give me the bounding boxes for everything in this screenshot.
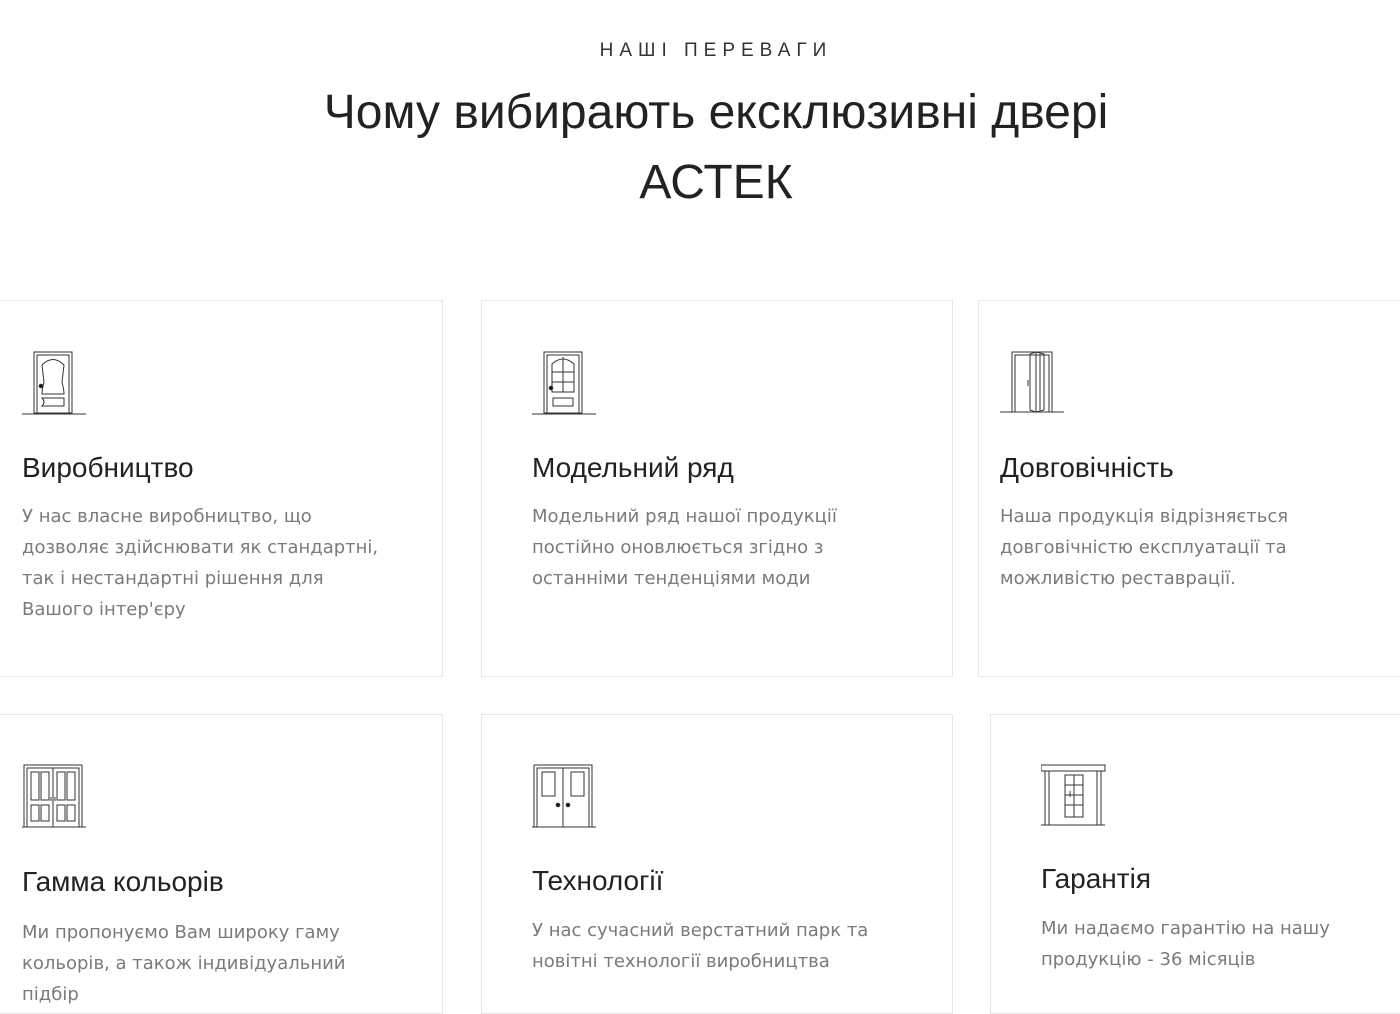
card-description: Наша продукція відрізняється довговічніс… (1000, 506, 1289, 589)
card-description: Ми пропонуємо Вам широку гаму кольорів, … (22, 922, 346, 1005)
door-glass-panel-icon (532, 350, 598, 416)
feature-card-model-range: Модельний ряд Модельний ряд нашої продук… (481, 300, 953, 677)
card-title: Модельний ряд (532, 452, 734, 483)
title-line-2: АСТЕК (639, 156, 793, 209)
card-description: Модельний ряд нашої продукції постійно о… (532, 506, 837, 589)
section-title: Чому вибирають ексклюзивні двері АСТЕК (0, 78, 1400, 218)
card-description: У нас власне виробництво, що дозволяє зд… (22, 506, 379, 620)
card-description: У нас сучасний верстатний парк та новітн… (532, 920, 869, 972)
feature-card-production: Виробництво У нас власне виробництво, що… (0, 300, 443, 677)
folding-door-icon (1000, 350, 1066, 416)
card-description: Ми надаємо гарантію на нашу продукцію - … (1041, 918, 1330, 970)
card-title: Гамма кольорів (22, 866, 224, 897)
door-frame-icon (1041, 763, 1107, 829)
section-eyebrow: НАШІ ПЕРЕВАГИ (599, 40, 833, 61)
feature-card-warranty: Гарантія Ми надаємо гарантію на нашу про… (990, 714, 1400, 1014)
card-title: Довговічність (1000, 452, 1174, 483)
card-title: Виробництво (22, 452, 194, 483)
card-title: Гарантія (1041, 863, 1151, 894)
door-classic-icon (22, 350, 88, 416)
feature-card-colors: Гамма кольорів Ми пропонуємо Вам широку … (0, 714, 443, 1014)
double-door-panels-icon (22, 763, 88, 829)
feature-card-durability: Довговічність Наша продукція відрізняєть… (978, 300, 1400, 677)
double-door-icon (532, 763, 598, 829)
card-title: Технології (532, 865, 664, 896)
title-line-1: Чому вибирають ексклюзивні двері (323, 86, 1109, 139)
feature-card-technology: Технології У нас сучасний верстатний пар… (481, 714, 953, 1014)
